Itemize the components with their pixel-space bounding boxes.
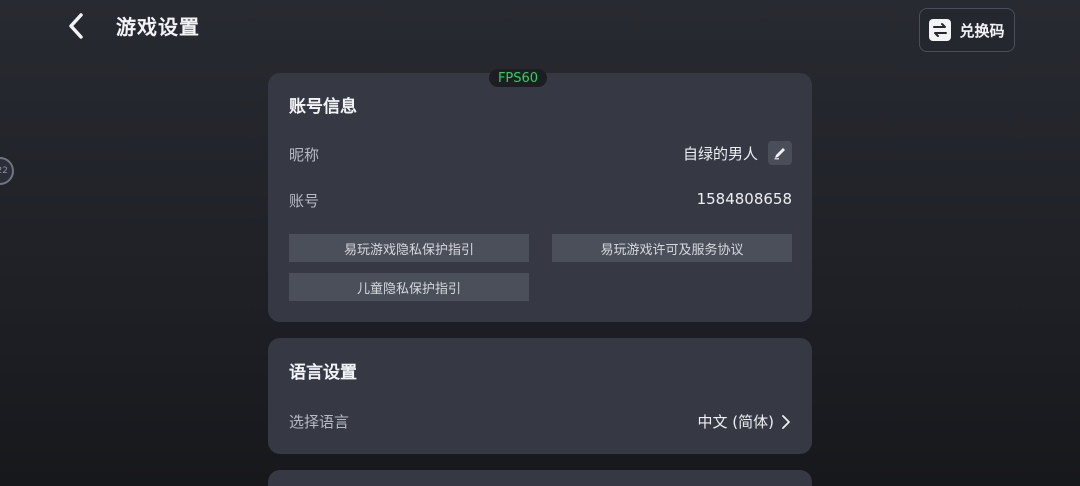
redeem-code-label: 兑换码 [959,21,1005,40]
exchange-icon [929,19,952,41]
nickname-value: 自绿的男人 [682,144,758,163]
back-button[interactable] [58,8,94,44]
next-settings-card [268,470,812,486]
redeem-code-button[interactable]: 兑换码 [919,8,1015,52]
language-current-value: 中文 (简体) [697,413,774,431]
settings-page: 游戏设置 兑换码 22 FPS60 账号信息 昵称 自绿的男人 账号 15848… [0,0,1080,486]
nickname-row-value: 自绿的男人 [683,141,792,165]
language-settings-card: 语言设置 选择语言 中文 (简体) [268,338,812,454]
nickname-label: 昵称 [289,146,320,164]
edit-nickname-button[interactable] [768,141,792,165]
fps-badge: FPS60 [489,69,547,87]
floating-bubble[interactable]: 22 [0,157,14,185]
language-section-title: 语言设置 [289,363,357,383]
account-info-card: 账号信息 昵称 自绿的男人 账号 1584808658 易玩游戏隐私保护指引 易… [268,73,812,322]
page-title: 游戏设置 [116,15,200,39]
account-label: 账号 [289,192,320,210]
account-section-title: 账号信息 [289,97,357,117]
license-agreement-link[interactable]: 易玩游戏许可及服务协议 [552,234,792,262]
language-value-group: 中文 (简体) [698,411,792,432]
language-select-label: 选择语言 [289,413,350,431]
chevron-left-icon [69,13,83,39]
pencil-icon [774,148,785,160]
privacy-guide-link[interactable]: 易玩游戏隐私保护指引 [289,234,529,262]
account-value: 1584808658 [696,190,792,208]
chevron-right-icon [782,414,790,429]
child-privacy-guide-link[interactable]: 儿童隐私保护指引 [289,273,529,301]
